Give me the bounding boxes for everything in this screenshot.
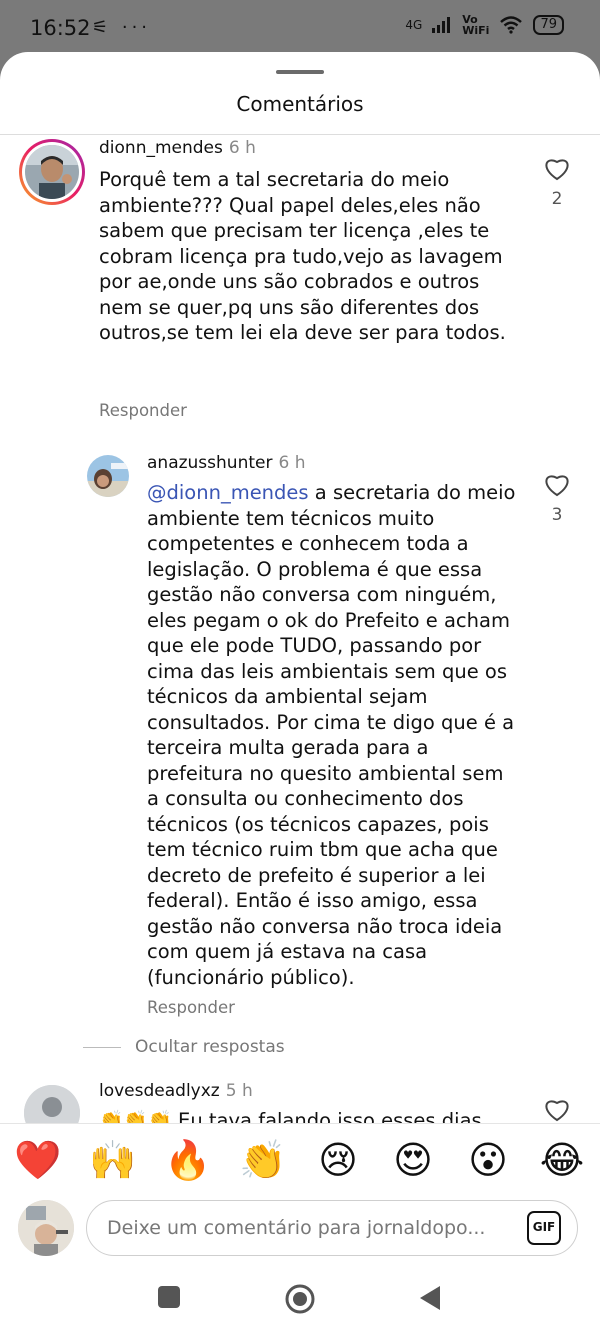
emoji-surprised[interactable]: 😮 (464, 1136, 512, 1184)
emoji-clapping[interactable]: 👏 (239, 1136, 287, 1184)
comment-time: 5 h (225, 1081, 253, 1101)
battery-indicator: 79 (533, 15, 564, 35)
sheet-title: Comentários (236, 92, 364, 116)
drag-handle[interactable] (276, 70, 324, 74)
status-bar: 16:52 ⚟ ··· 4G Vo WiFi 79 (0, 0, 600, 58)
signal-icon (432, 17, 451, 33)
comment-username[interactable]: lovesdeadlyxz (99, 1081, 220, 1101)
emoji-fire[interactable]: 🔥 (164, 1136, 212, 1184)
avatar[interactable] (24, 1085, 80, 1123)
emoji-raised-hands[interactable]: 🙌 (89, 1136, 137, 1184)
wifi-icon (500, 16, 523, 34)
comment-text: 👏👏👏 Eu tava falando isso esses dias, com… (99, 1109, 488, 1123)
like-button[interactable]: 2 (542, 1098, 572, 1123)
emoji-crying[interactable]: 😢 (314, 1136, 362, 1184)
emoji-laughing[interactable]: 😂 (538, 1136, 586, 1184)
status-time: 16:52 (30, 16, 91, 40)
network-label: 4G (405, 18, 423, 32)
comments-sheet: Comentários dionn_mendes 6 h Porquê tem a… (0, 52, 600, 1333)
comment-composer: Deixe um comentário para jornaldopo... G… (0, 1195, 600, 1267)
gif-button[interactable]: GIF (527, 1211, 561, 1245)
comments-list[interactable]: dionn_mendes 6 h Porquê tem a tal secreta… (0, 135, 600, 1123)
circle-icon[interactable] (284, 1283, 316, 1315)
triangle-back-icon[interactable] (418, 1285, 442, 1311)
vowifi-label: Vo WiFi (462, 13, 490, 37)
heart-icon (545, 1100, 569, 1122)
comment-input-placeholder: Deixe um comentário para jornaldopo... (107, 1217, 486, 1239)
status-right: 4G Vo WiFi 79 (405, 14, 564, 36)
default-avatar-icon (24, 1085, 80, 1123)
system-nav-bar (0, 1267, 600, 1333)
comment-item: lovesdeadlyxz 5 h 👏👏👏 Eu tava falando iss… (0, 135, 600, 1123)
my-avatar-photo-icon (18, 1200, 74, 1256)
comment-input[interactable]: Deixe um comentário para jornaldopo... G… (86, 1200, 578, 1256)
square-icon[interactable] (157, 1285, 181, 1309)
notification-icons: ⚟ ··· (92, 17, 152, 38)
emoji-heart[interactable]: ❤️ (14, 1136, 62, 1184)
emoji-quick-bar: ❤️ 🙌 🔥 👏 😢 😍 😮 😂 (0, 1123, 600, 1201)
my-avatar (18, 1200, 74, 1256)
emoji-heart-eyes[interactable]: 😍 (389, 1136, 437, 1184)
comment-meta: lovesdeadlyxz 5 h (99, 1081, 253, 1101)
